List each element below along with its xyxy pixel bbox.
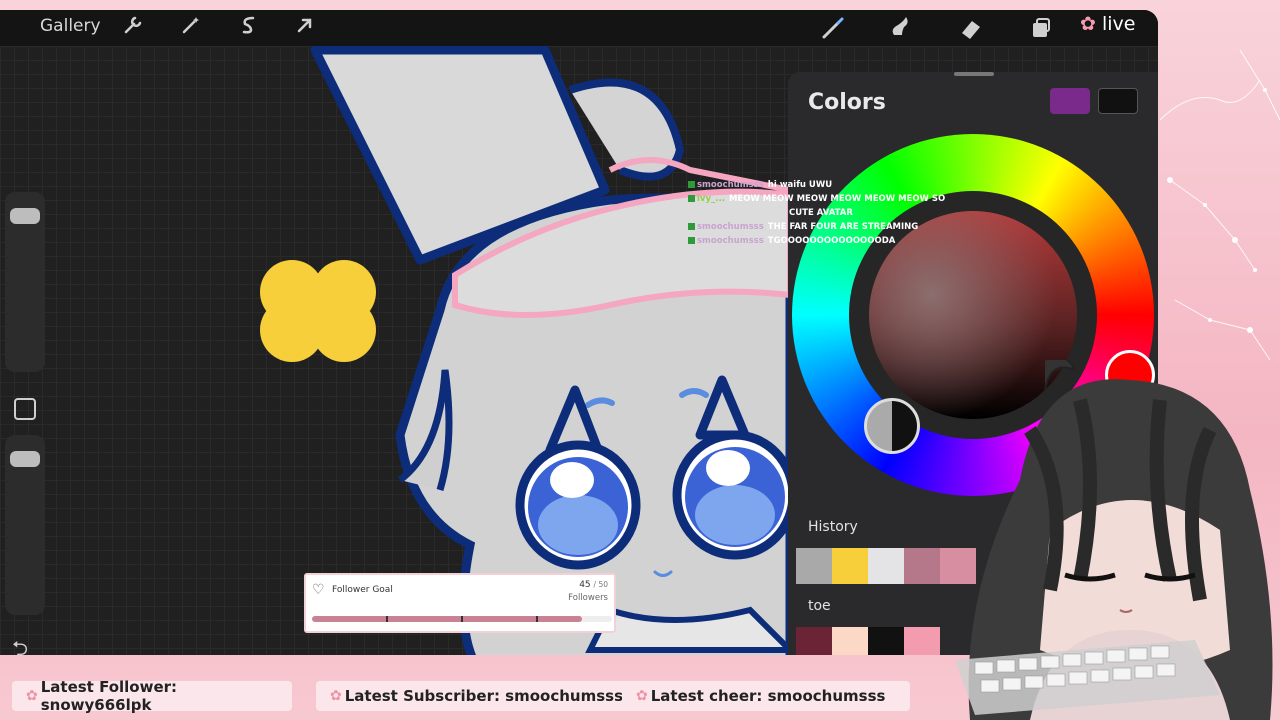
top-toolbar: Gallery [0, 10, 1158, 46]
color-selector[interactable] [864, 398, 920, 454]
flower-icon: ✿ [26, 688, 38, 704]
chat-message: smoochumsss TGOOOOOOOOOOOOOODA [688, 236, 948, 250]
undo-icon[interactable]: ⮌ [12, 634, 28, 655]
latest-cheer-ticker: ✿ Latest cheer: smoochumsss [622, 681, 910, 711]
latest-subscriber-ticker: ✿ Latest Subscriber: smoochumsss [316, 681, 630, 711]
flower-icon: ✿ [330, 688, 342, 704]
smudge-icon[interactable] [888, 15, 914, 41]
follower-goal-widget: ♡ Follower Goal 45 / 50 Followers [304, 573, 616, 633]
colors-title: Colors [808, 90, 886, 115]
brush-size-slider[interactable] [5, 192, 45, 372]
panel-handle[interactable] [954, 72, 994, 76]
selection-icon[interactable] [236, 15, 262, 41]
magic-wand-icon[interactable] [178, 15, 204, 41]
wrench-icon[interactable] [120, 15, 146, 41]
brush-size-handle[interactable] [10, 208, 40, 224]
latest-follower-ticker: ✿ Latest Follower: snowy666lpk [12, 678, 292, 714]
palette-swatch[interactable] [796, 627, 832, 655]
opacity-slider[interactable] [5, 435, 45, 615]
goal-progress-bar [312, 616, 612, 622]
chat-overlay: smoochumsss hi waifu UWU ivy_... MEOW MEOW… [688, 180, 948, 250]
palette-swatch[interactable] [868, 627, 904, 655]
opacity-handle[interactable] [10, 451, 40, 467]
history-swatch[interactable] [868, 548, 904, 584]
palette-label: toe [808, 598, 831, 614]
chat-message: smoochumsss hi waifu UWU [688, 180, 948, 194]
history-swatch[interactable] [796, 548, 832, 584]
history-swatches [796, 548, 976, 584]
eraser-icon[interactable] [958, 15, 984, 41]
live-indicator: ✿ live [1080, 13, 1136, 35]
primary-color-swatch[interactable] [1050, 88, 1090, 114]
keyboard-prop [955, 640, 1220, 715]
chat-message: ivy_... MEOW MEOW MEOW MEOW MEOW MEOW SO [688, 194, 948, 208]
palette-swatch[interactable] [904, 627, 940, 655]
heart-icon: ♡ [312, 582, 325, 598]
layers-icon[interactable] [1028, 15, 1054, 41]
secondary-color-swatch[interactable] [1098, 88, 1138, 114]
modify-button[interactable] [14, 398, 36, 420]
canvas-artwork [260, 45, 790, 655]
goal-title: Follower Goal [332, 585, 393, 595]
history-swatch[interactable] [832, 548, 868, 584]
goal-unit: Followers [568, 593, 608, 603]
palette-swatches [796, 627, 940, 655]
palette-swatch[interactable] [832, 627, 868, 655]
transform-arrow-icon[interactable] [292, 15, 318, 41]
gallery-button[interactable]: Gallery [40, 16, 101, 36]
history-label: History [808, 519, 858, 535]
chat-message: CUTE AVATAR [789, 208, 853, 218]
brush-icon[interactable] [820, 15, 846, 41]
flower-icon: ✿ [1080, 13, 1096, 35]
history-swatch[interactable] [904, 548, 940, 584]
flower-icon: ✿ [636, 688, 648, 704]
goal-progress-fill [312, 616, 582, 622]
chat-message: smoochumsss THE FAR FOUR ARE STREAMING [688, 222, 948, 236]
goal-count: 45 / 50 [579, 580, 608, 590]
